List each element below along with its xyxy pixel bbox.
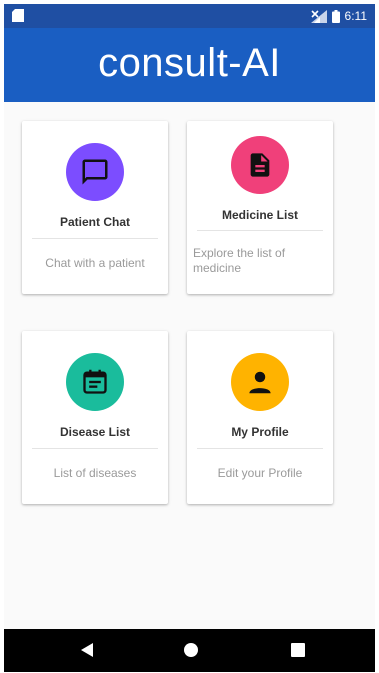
disease-list-title: Disease List xyxy=(59,425,131,439)
status-bar: 6:11 xyxy=(4,4,375,28)
patient-chat-title: Patient Chat xyxy=(59,215,130,229)
app-title: consult-AI xyxy=(98,40,281,85)
disease-list-card[interactable]: Disease List List of diseases xyxy=(22,331,168,504)
navigation-bar xyxy=(4,629,375,672)
recents-button[interactable] xyxy=(289,641,307,659)
back-button[interactable] xyxy=(78,641,96,659)
medicine-list-card[interactable]: Medicine List Explore the list of medici… xyxy=(187,121,333,294)
my-profile-title: My Profile xyxy=(231,425,289,439)
my-profile-subtitle: Edit your Profile xyxy=(217,466,303,480)
recents-icon xyxy=(291,643,305,657)
medicine-list-subtitle: Explore the list of medicine xyxy=(193,246,286,275)
medicine-list-title: Medicine List xyxy=(221,208,298,222)
card-divider xyxy=(197,230,323,231)
document-icon xyxy=(250,153,270,177)
signal-icon xyxy=(310,9,327,23)
back-icon xyxy=(81,643,93,657)
my-profile-icon-circle xyxy=(231,353,289,411)
medicine-list-icon-circle xyxy=(231,136,289,194)
patient-chat-subtitle: Chat with a patient xyxy=(45,256,145,270)
disease-list-icon-circle xyxy=(66,353,124,411)
calendar-list-icon xyxy=(83,369,107,394)
sd-card-icon xyxy=(12,9,24,22)
patient-chat-card[interactable]: Patient Chat Chat with a patient xyxy=(22,121,168,294)
phone-screen: 6:11 consult-AI Patient Chat Chat with a… xyxy=(4,4,375,672)
card-divider xyxy=(32,448,158,449)
card-divider xyxy=(197,448,323,449)
chat-bubble-icon xyxy=(82,159,108,185)
disease-list-subtitle: List of diseases xyxy=(53,466,137,480)
status-indicators: 6:11 xyxy=(310,7,367,25)
battery-icon xyxy=(331,9,340,23)
card-divider xyxy=(32,238,158,239)
my-profile-card[interactable]: My Profile Edit your Profile xyxy=(187,331,333,504)
patient-chat-icon-circle xyxy=(66,143,124,201)
person-icon xyxy=(249,371,271,394)
home-icon xyxy=(184,643,198,657)
status-time: 6:11 xyxy=(344,9,367,23)
app-bar: consult-AI xyxy=(4,28,375,102)
home-button[interactable] xyxy=(182,641,200,659)
